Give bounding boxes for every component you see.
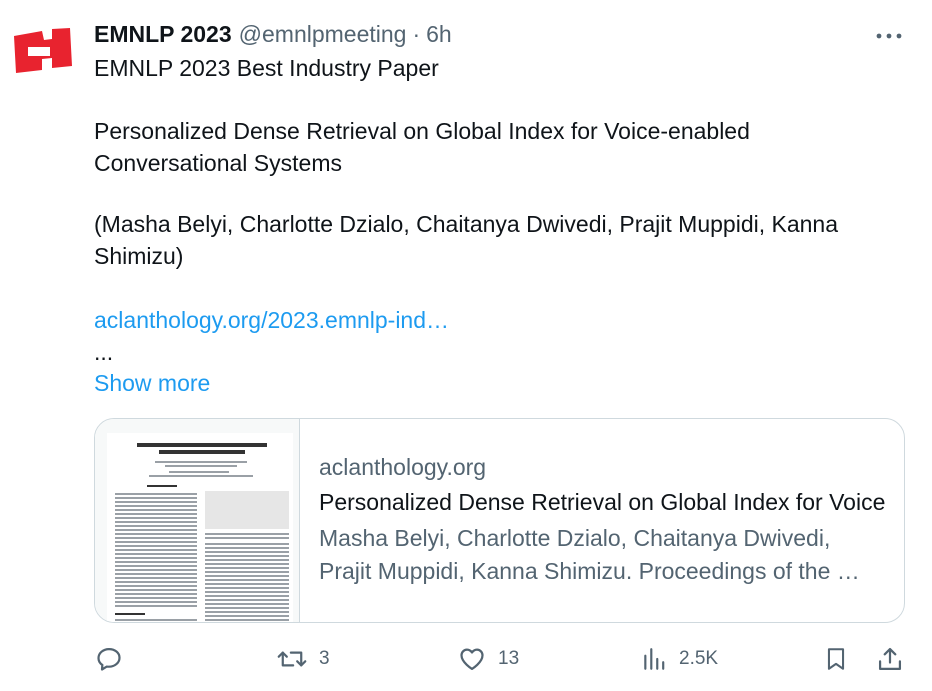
views-count: 2.5K	[679, 648, 719, 669]
retweet-icon	[277, 651, 307, 667]
tweet-text-line: EMNLP 2023 Best Industry Paper	[94, 55, 439, 81]
card-description-line: Prajit Muppidi, Kanna Shimizu. Proceedin…	[319, 558, 860, 584]
author-avatar[interactable]	[12, 28, 76, 74]
tweet-authors-line: Shimizu)	[94, 243, 184, 269]
tweet-authors-line: (Masha Belyi, Charlotte Dzialo, Chaitany…	[94, 211, 839, 237]
card-domain: aclanthology.org	[319, 454, 487, 480]
separator-dot: ·	[412, 20, 421, 47]
link-preview-card[interactable]	[94, 418, 905, 623]
views-icon	[644, 648, 665, 670]
retweet-count: 3	[319, 648, 330, 669]
like-count: 13	[498, 648, 520, 669]
card-description: Masha Belyi, Charlotte Dzialo, Chaitanya…	[319, 522, 885, 588]
card-thumbnail	[95, 419, 300, 622]
tweet-paper-title-line: Personalized Dense Retrieval on Global I…	[94, 118, 750, 144]
reply-button[interactable]	[95, 644, 123, 674]
like-button[interactable]: 13	[458, 644, 519, 674]
retweet-button[interactable]: 3	[277, 644, 330, 674]
card-description-line: Masha Belyi, Charlotte Dzialo, Chaitanya…	[319, 525, 831, 551]
more-options-button[interactable]	[872, 26, 906, 46]
tweet-ellipsis: ...	[94, 339, 114, 365]
share-icon	[878, 647, 902, 671]
tweet-link[interactable]: aclanthology.org/2023.emnlp-ind…	[94, 304, 449, 336]
card-title[interactable]: Personalized Dense Retrieval on Global I…	[319, 489, 885, 516]
more-icon	[876, 33, 902, 39]
bookmark-button[interactable]	[823, 644, 849, 674]
heart-icon	[460, 648, 484, 671]
tweet-paper-title-line: Conversational Systems	[94, 150, 342, 176]
emnlp-logo-icon	[14, 28, 72, 73]
author-name[interactable]: EMNLP 2023	[94, 21, 232, 48]
bookmark-icon	[827, 648, 845, 670]
share-button[interactable]	[876, 644, 904, 674]
tweet-timestamp[interactable]: 6h	[426, 21, 452, 48]
tweet-header: EMNLP 2023 @emnlpmeeting · 6h	[94, 20, 452, 48]
show-more-link[interactable]: Show more	[94, 367, 210, 399]
paper-page-image	[107, 433, 293, 622]
views-button[interactable]: 2.5K	[641, 644, 718, 674]
author-handle[interactable]: @emnlpmeeting	[239, 21, 407, 48]
reply-icon	[97, 647, 121, 671]
